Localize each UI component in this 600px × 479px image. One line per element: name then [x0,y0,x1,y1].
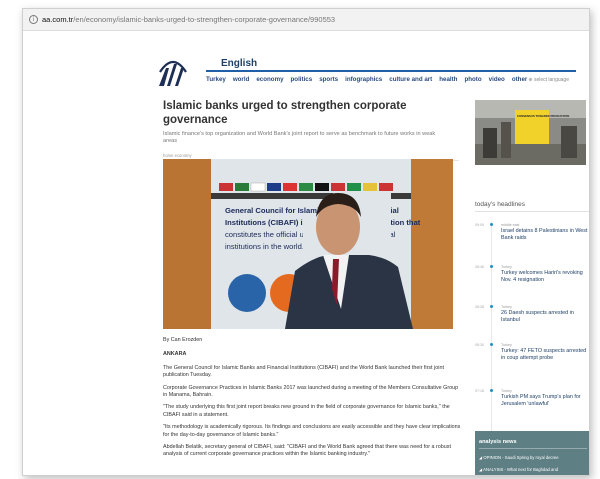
article-header: Islamic banks urged to strengthen corpor… [163,99,459,161]
headlines-scrollbar[interactable] [589,223,590,435]
headline-category: middle east [501,223,520,227]
headline-link[interactable]: Turkey welcomes Hariri's revoking Nov. 4… [501,270,589,283]
analysis-news-panel: analysis news ◢ OPINION - Saudi Spring b… [475,431,589,475]
language-selector-label: select language [533,77,569,83]
paragraph: Abdellah Belatik, secretary general of C… [163,444,451,458]
person-suit [285,255,413,329]
analysis-rule [479,448,587,449]
flags-row [219,182,393,192]
article-body: By Can Erozden ANKARA The General Counci… [163,337,463,464]
headline-time: 08:46 [475,265,484,269]
timeline-dot-icon [490,265,493,268]
headline-time: 07:16 [475,389,484,393]
nav-item-video[interactable]: video [489,76,505,83]
page: English Turkey world economy politics sp… [23,31,590,475]
promo-text: CONSENSUS TOWARDS PRODUCTION [517,114,569,118]
promo-banner[interactable]: CONSENSUS TOWARDS PRODUCTION [475,100,586,165]
article-summary: Islamic finance's top organization and W… [163,131,436,144]
main-nav: Turkey world economy politics sports inf… [206,76,534,83]
article-photo[interactable]: General Council for Islamic Banks and Fi… [163,159,453,329]
timeline-dot-icon [490,343,493,346]
timeline-dot-icon [490,389,493,392]
timeline-dot-icon [490,223,493,226]
paragraph: The General Council for Islamic Banks an… [163,364,444,379]
analysis-item-label: ANALYSIS - What next for Baghdad and [483,467,559,472]
headline-link[interactable]: 26 Daesh suspects arrested in Istanbul [501,310,589,323]
headline-time: 09:09 [475,223,484,227]
nav-item-turkey[interactable]: Turkey [206,76,226,83]
analysis-item[interactable]: ◢ OPINION - Saudi Spring by royal decree [479,455,559,460]
dateline: ANKARA [163,351,187,358]
nav-item-infographics[interactable]: infographics [345,76,382,83]
nav-item-photo[interactable]: photo [464,76,481,83]
nav-item-politics[interactable]: politics [291,76,313,83]
paragraph: "The study underlying this first joint r… [163,404,450,418]
nav-item-other[interactable]: other [512,76,527,83]
browser-window: i aa.com.tr /en/economy/islamic-banks-ur… [22,8,590,476]
paragraph: "Its methodology is academically rigorou… [163,424,461,438]
headline-link[interactable]: Turkey: 47 FETO suspects arrested in cou… [501,348,589,361]
analysis-item[interactable]: ◢ ANALYSIS - What next for Baghdad and [479,467,558,472]
headline-category: Turkey [501,343,512,347]
headline-category: Turkey [501,305,512,309]
headline-time: 08:30 [475,343,484,347]
headline-time: 08:38 [475,305,484,309]
byline: By Can Erozden [163,337,203,343]
nav-item-culture-and-art[interactable]: culture and art [389,76,432,83]
breadcrumb[interactable]: home economy [163,153,459,158]
headlines-scrollbar-thumb[interactable] [589,223,590,313]
nav-item-health[interactable]: health [439,76,457,83]
banner-line-4: institutions in the world. [225,242,304,251]
language-selector[interactable]: ⊕ select language [528,77,569,83]
url-path: /en/economy/islamic-banks-urged-to-stren… [73,15,336,24]
header-rule [206,70,576,72]
edition-label[interactable]: English [221,58,257,69]
nav-item-sports[interactable]: sports [319,76,338,83]
headline-link[interactable]: Turkish PM says Trump's plan for Jerusal… [501,394,589,407]
headlines-rule [475,211,589,212]
address-bar[interactable]: i aa.com.tr /en/economy/islamic-banks-ur… [23,9,589,31]
analysis-title: analysis news [479,439,517,445]
aa-logo-icon[interactable] [157,58,189,88]
analysis-item-label: OPINION - Saudi Spring by royal decree [483,455,559,460]
timeline-dot-icon [490,305,493,308]
url-host: aa.com.tr [42,15,74,24]
nav-item-economy[interactable]: economy [256,76,283,83]
article-title: Islamic banks urged to strengthen corpor… [163,100,407,126]
info-icon[interactable]: i [29,15,38,24]
headline-link[interactable]: Israel detains 8 Palestinians in West Ba… [501,228,589,241]
paragraph: Corporate Governance Practices in Islami… [163,384,459,399]
objective-circle-1 [228,274,266,312]
headline-category: Turkey [501,265,512,269]
headline-category: Turkey [501,389,512,393]
nav-item-world[interactable]: world [233,76,250,83]
timeline-track [491,221,492,431]
headlines-title: today's headlines [475,201,526,208]
